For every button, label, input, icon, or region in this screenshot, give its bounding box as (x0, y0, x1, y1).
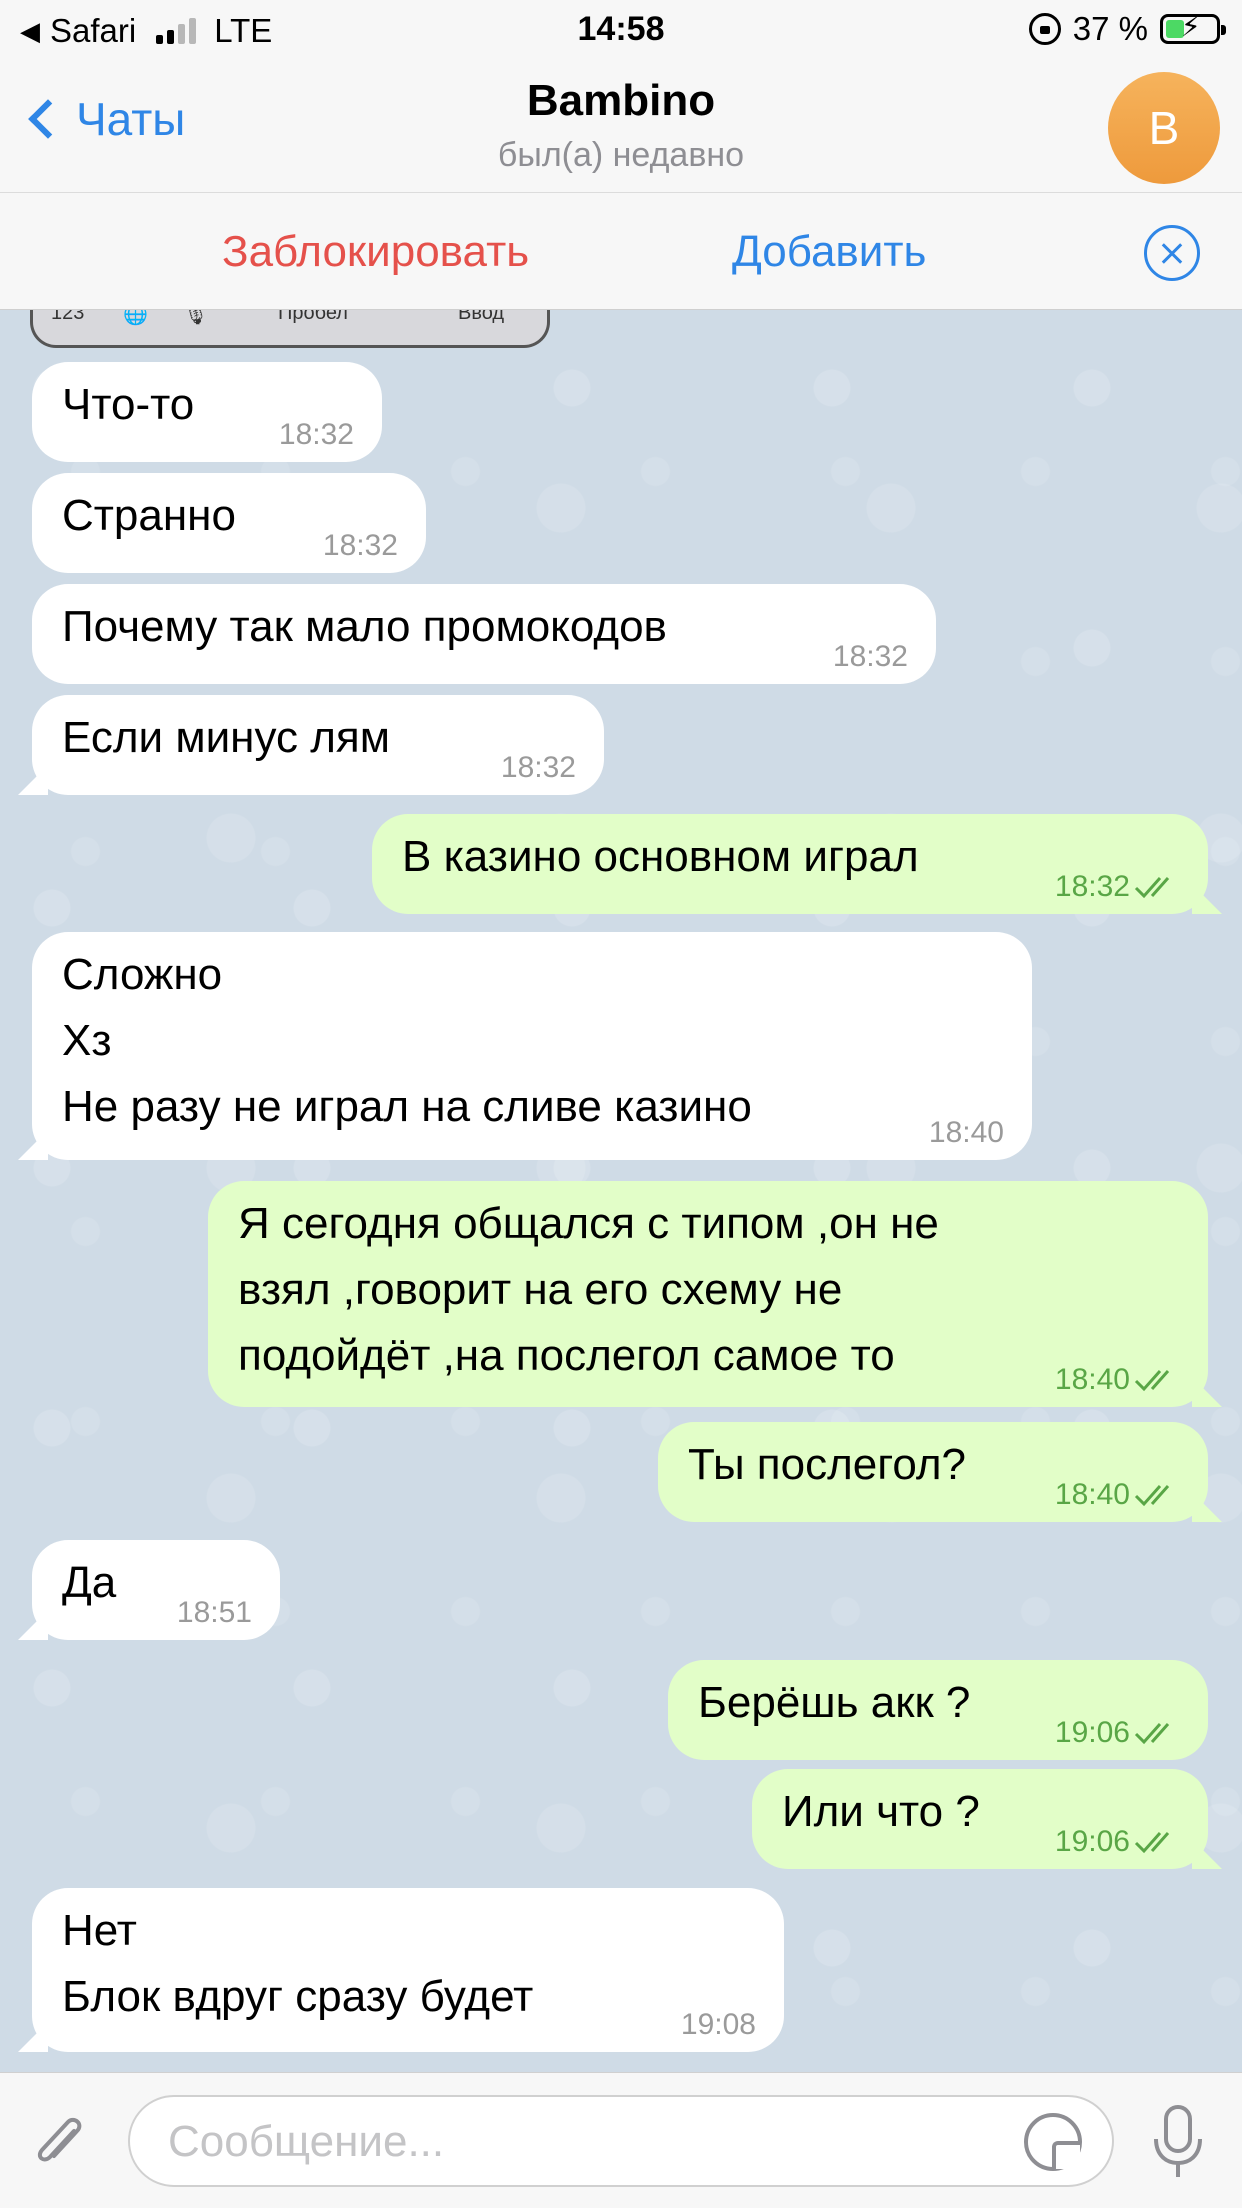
globe-icon: 🌐 (123, 310, 148, 326)
battery-percent: 37 % (1072, 10, 1148, 47)
message-input-field[interactable] (128, 2095, 1114, 2187)
chat-header: Чаты Bambino был(а) недавно B (0, 62, 1242, 192)
message-bubble-outgoing[interactable]: В казино основном играл 18:32 (372, 814, 1222, 914)
message-composer (0, 2072, 1242, 2208)
message-time: 18:32 (832, 640, 908, 673)
status-right: 37 % ⚡ (1028, 10, 1226, 48)
message-bubble-incoming[interactable]: Если минус лям 18:32 (18, 695, 604, 795)
close-icon[interactable] (1144, 225, 1200, 281)
message-time: 18:32 (322, 529, 398, 562)
message-text: Почему так мало промокодов (62, 602, 667, 651)
message-time: 18:40 (1054, 1363, 1130, 1396)
message-list[interactable]: 123 🌐 🎙 Пробел Ввод Что-то 18:32 Странно… (0, 310, 1242, 2072)
chat-subtitle: был(а) недавно (497, 136, 745, 174)
contact-action-bar: Заблокировать Добавить (0, 192, 1242, 310)
message-bubble-incoming[interactable]: Странно 18:32 (32, 473, 426, 573)
message-time: 19:08 (680, 2008, 756, 2041)
message-bubble-outgoing[interactable]: Я сегодня общался с типом ,он не взял ,г… (208, 1181, 1222, 1407)
message-text: Если минус лям (62, 713, 390, 762)
message-bubble-incoming[interactable]: Что-то 18:32 (32, 362, 382, 462)
message-time: 18:32 (500, 751, 576, 784)
add-contact-button[interactable]: Добавить (732, 227, 926, 277)
read-checkmarks-icon (1134, 1829, 1180, 1855)
message-time: 18:51 (176, 1596, 252, 1629)
message-time: 18:40 (928, 1116, 1004, 1149)
message-time: 18:32 (278, 418, 354, 451)
message-text: Я сегодня общался с типом ,он не взял ,г… (238, 1199, 939, 1380)
key-space: Пробел (278, 310, 348, 324)
message-bubble-incoming[interactable]: Нет Блок вдруг сразу будет 19:08 (18, 1888, 784, 2052)
message-bubble-incoming[interactable]: Сложно Хз Не разу не играл на сливе кази… (18, 932, 1032, 1160)
battery-icon: ⚡ (1160, 13, 1226, 44)
message-input[interactable] (168, 2117, 988, 2167)
attach-paperclip-icon[interactable] (30, 2107, 90, 2177)
read-checkmarks-icon (1134, 1482, 1180, 1508)
read-checkmarks-icon (1134, 1720, 1180, 1746)
read-checkmarks-icon (1134, 1367, 1180, 1393)
message-bubble-outgoing[interactable]: Или что ? 19:06 (752, 1769, 1222, 1869)
avatar[interactable]: B (1108, 72, 1220, 184)
status-bar: ◀ Safari LTE 14:58 37 % ⚡ (0, 0, 1242, 62)
message-time-row: 19:06 (1055, 1827, 1180, 1857)
message-time: 18:32 (1054, 870, 1130, 903)
rotation-lock-icon (1028, 13, 1061, 45)
read-checkmarks-icon (1134, 874, 1180, 900)
message-time-row: 18:40 (1055, 1365, 1180, 1395)
message-bubble-incoming[interactable]: Почему так мало промокодов 18:32 (32, 584, 936, 684)
message-bubble-outgoing[interactable]: Ты послегол? 18:40 (658, 1422, 1222, 1522)
message-time-row: 18:32 (1055, 872, 1180, 902)
message-text: Нет Блок вдруг сразу будет (62, 1906, 534, 2021)
mic-key-icon: 🎙 (183, 310, 209, 326)
message-bubble-incoming[interactable]: Да 18:51 (18, 1540, 280, 1640)
message-time: 19:06 (1054, 1825, 1130, 1858)
microphone-icon[interactable] (1150, 2103, 1206, 2183)
message-text: Сложно Хз Не разу не играл на сливе кази… (62, 950, 752, 1131)
message-time: 19:06 (1054, 1716, 1130, 1749)
key-enter: Ввод (458, 310, 505, 324)
sticker-icon[interactable] (1024, 2113, 1082, 2171)
message-time-row: 19:06 (1055, 1718, 1180, 1748)
message-time-row: 18:40 (1055, 1480, 1180, 1510)
key-123: 123 (51, 310, 85, 324)
keyboard-screenshot-remnant: 123 🌐 🎙 Пробел Ввод (30, 310, 550, 348)
message-time: 18:40 (1054, 1478, 1130, 1511)
block-button[interactable]: Заблокировать (222, 227, 529, 277)
message-bubble-outgoing[interactable]: Берёшь акк ? 19:06 (668, 1660, 1208, 1760)
chat-title[interactable]: Bambino (0, 76, 1242, 126)
